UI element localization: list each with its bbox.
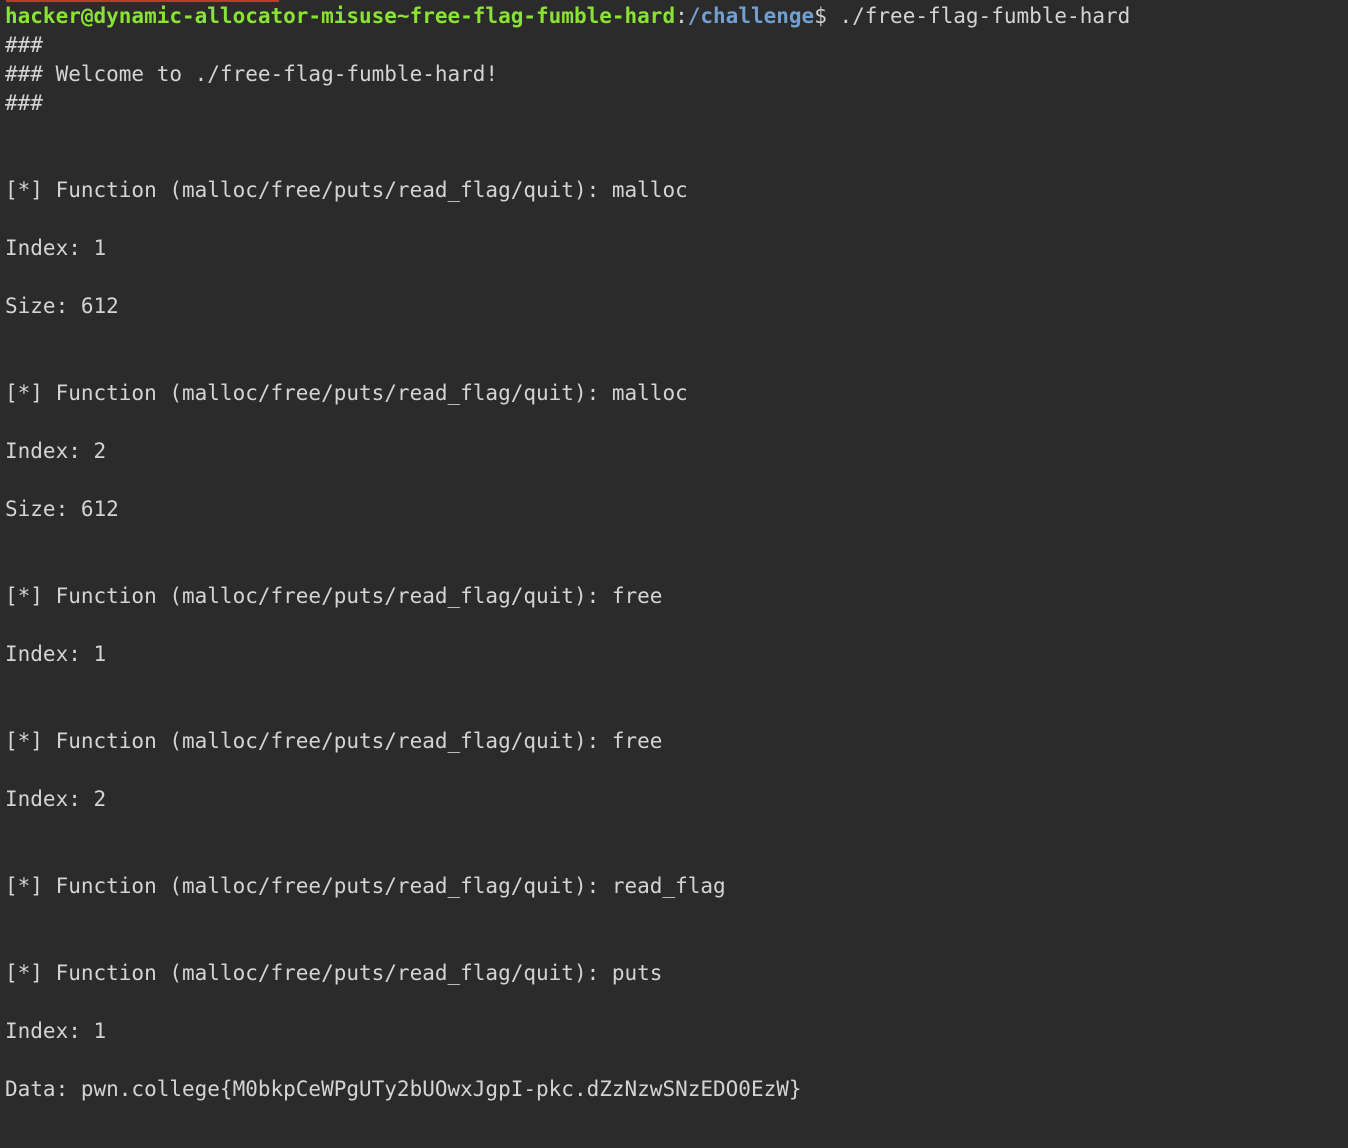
prompt-command: ./free-flag-fumble-hard xyxy=(826,4,1131,28)
index-line: Index: 1 xyxy=(5,642,107,666)
index-line: Index: 2 xyxy=(5,439,107,463)
index-line: Index: 1 xyxy=(5,236,107,260)
function-prompt-line: [*] Function (malloc/free/puts/read_flag… xyxy=(5,178,688,202)
prompt-line: hacker@dynamic-allocator-misuse~free-fla… xyxy=(5,2,1130,31)
function-prompt-line: [*] Function (malloc/free/puts/read_flag… xyxy=(5,381,688,405)
prompt-path: /challenge xyxy=(687,4,815,28)
size-line: Size: 612 xyxy=(5,294,119,318)
function-prompt-line: [*] Function (malloc/free/puts/read_flag… xyxy=(5,729,663,753)
flag-output-line: Data: pwn.college{M0bkpCeWPgUTy2bUOwxJgp… xyxy=(5,1077,802,1101)
banner-title: ### Welcome to ./free-flag-fumble-hard! xyxy=(5,62,499,86)
banner-line: ### xyxy=(5,91,43,115)
function-prompt-line: [*] Function (malloc/free/puts/read_flag… xyxy=(5,874,726,898)
function-prompt-line: [*] Function (malloc/free/puts/read_flag… xyxy=(5,961,663,985)
index-line: Index: 1 xyxy=(5,1019,107,1043)
function-prompt-line: [*] Function (malloc/free/puts/read_flag… xyxy=(5,584,663,608)
prompt-separator: : xyxy=(675,4,688,28)
prompt-user-host: hacker@dynamic-allocator-misuse~free-fla… xyxy=(5,4,676,28)
terminal-window[interactable]: hacker@dynamic-allocator-misuse~free-fla… xyxy=(0,0,1348,1148)
banner-line: ### xyxy=(5,33,43,57)
index-line: Index: 2 xyxy=(5,787,107,811)
prompt-symbol: $ xyxy=(814,4,827,28)
size-line: Size: 612 xyxy=(5,497,119,521)
